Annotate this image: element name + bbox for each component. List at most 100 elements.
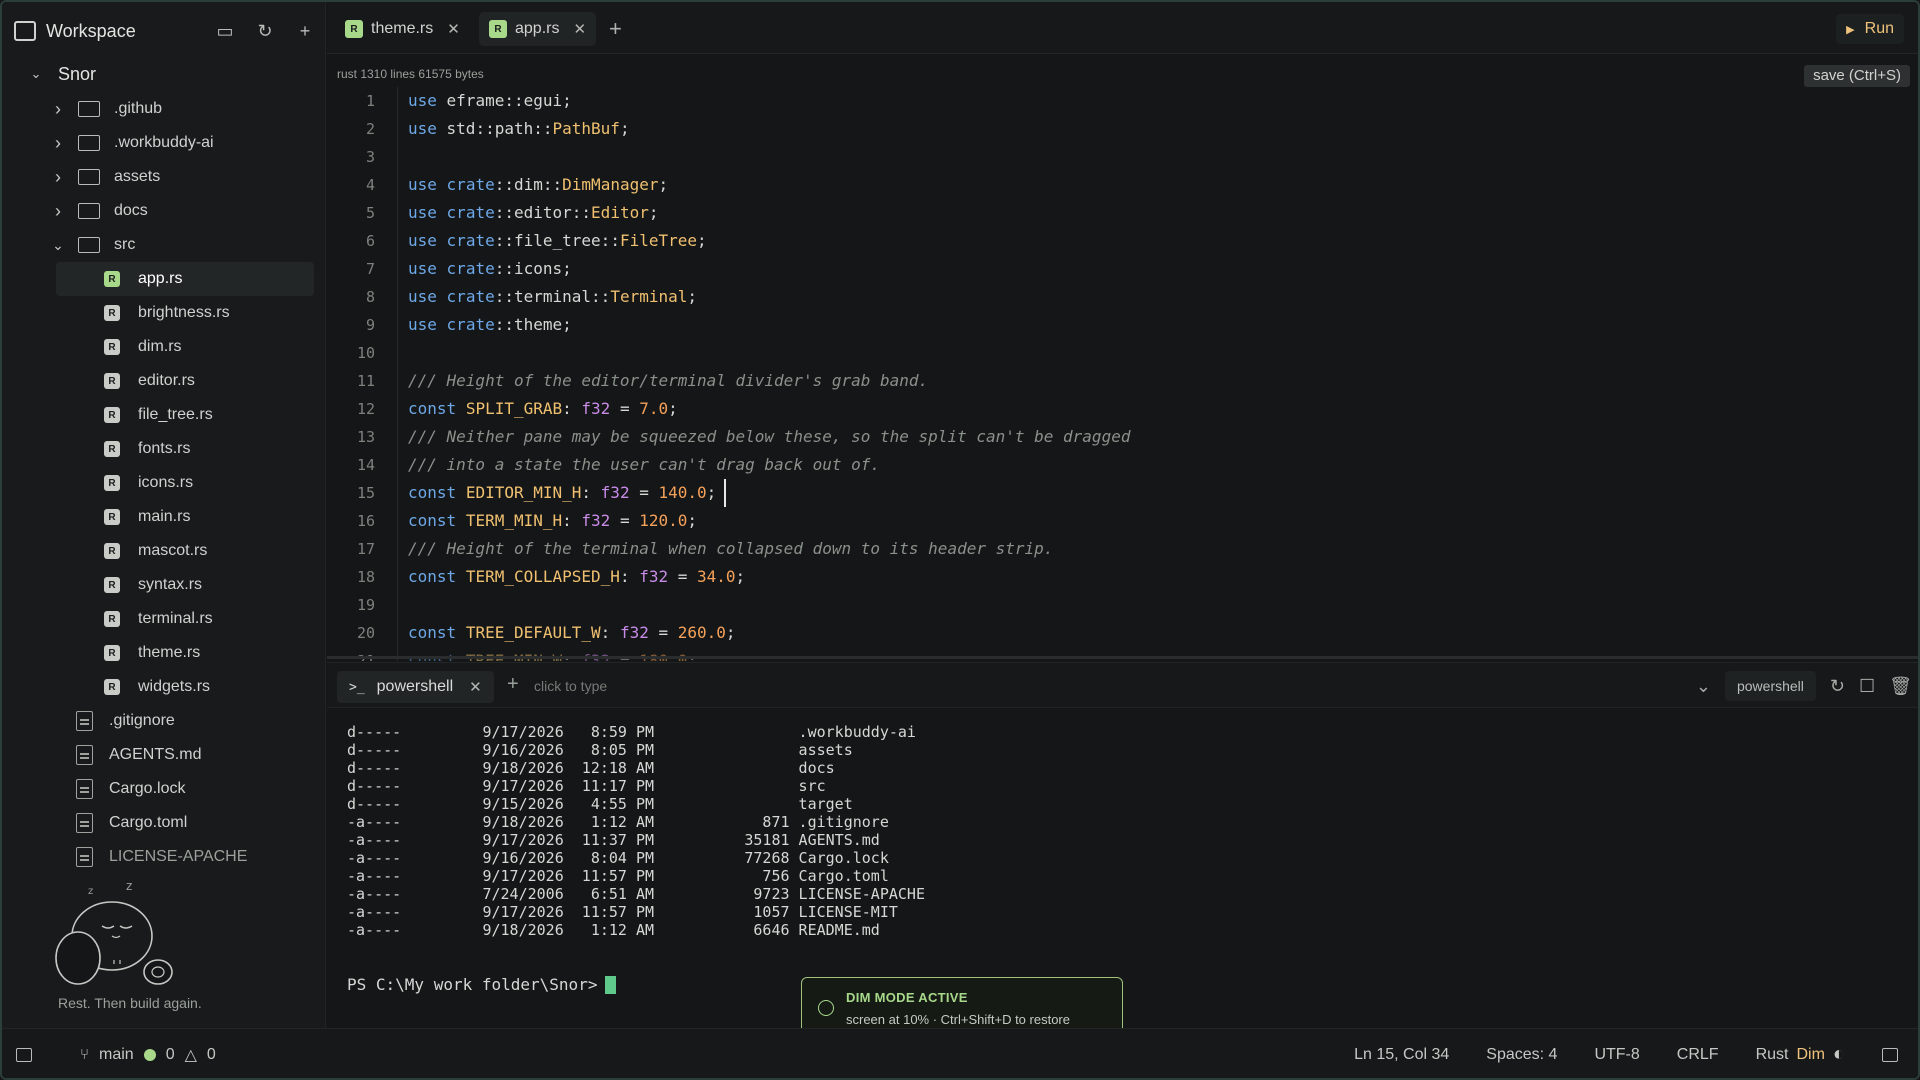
tree-item-label: Cargo.lock xyxy=(109,780,186,797)
status-right: Ln 15, Col 34 Spaces: 4 UTF-8 CRLF Rust … xyxy=(1354,1043,1898,1066)
tree-file-license-apache[interactable]: LICENSE-APACHE xyxy=(2,840,325,874)
terminal-tab-powershell[interactable]: >_ powershell ✕ xyxy=(337,671,494,703)
open-folder-icon[interactable]: ▭ xyxy=(205,21,245,42)
panel-toggle-icon[interactable] xyxy=(1882,1047,1898,1062)
tree-folder-src[interactable]: ⌄ src xyxy=(2,228,325,262)
rust-file-icon: R xyxy=(104,645,120,661)
line-number: 3 xyxy=(365,148,375,166)
run-button[interactable]: ▶ Run xyxy=(1836,14,1904,44)
rust-file-icon: R xyxy=(104,373,120,389)
warning-icon: △ xyxy=(184,1046,197,1064)
rust-file-icon: R xyxy=(104,441,120,457)
encoding[interactable]: UTF-8 xyxy=(1594,1046,1639,1064)
terminal-panel[interactable]: d----- 9/17/2026 8:59 PM .workbuddy-ai d-… xyxy=(327,709,1918,1028)
file-explorer-sidebar: Workspace ▭ ↻ + ⌄ Snor › .github › .workbud… xyxy=(2,2,326,1028)
rust-file-icon: R xyxy=(104,305,120,321)
document-icon xyxy=(76,813,93,833)
editor-horizontal-scrollbar[interactable] xyxy=(327,656,1918,659)
line-ending[interactable]: CRLF xyxy=(1677,1046,1719,1064)
chevron-down-icon: ⌄ xyxy=(52,236,64,253)
trash-icon[interactable]: 🗑 xyxy=(1889,676,1912,697)
tree-file-cargo-lock[interactable]: Cargo.lock xyxy=(2,772,325,806)
chevron-down-icon: ⌄ xyxy=(30,66,42,81)
language-mode[interactable]: Rust xyxy=(1756,1046,1789,1064)
workspace-title: Workspace xyxy=(46,20,136,41)
cursor-position[interactable]: Ln 15, Col 34 xyxy=(1354,1046,1449,1064)
tree-file-cargo-toml[interactable]: Cargo.toml xyxy=(2,806,325,840)
code-line: use crate::theme; xyxy=(408,315,572,334)
tree-item-label: mascot.rs xyxy=(138,542,208,559)
tree-file-syntax-rs[interactable]: Rsyntax.rs xyxy=(56,568,314,602)
tree-file-terminal-rs[interactable]: Rterminal.rs xyxy=(56,602,314,636)
rust-file-icon: R xyxy=(104,611,120,627)
close-icon[interactable]: ✕ xyxy=(447,20,460,38)
tree-file-main-rs[interactable]: Rmain.rs xyxy=(56,500,314,534)
tree-item-label: fonts.rs xyxy=(138,440,191,457)
tree-folder-docs[interactable]: › docs xyxy=(2,194,325,228)
mascot-illustration: z z xyxy=(55,882,173,985)
code-line: const SPLIT_GRAB: f32 = 7.0; xyxy=(408,399,678,418)
tree-file-file-tree-rs[interactable]: Rfile_tree.rs xyxy=(56,398,314,432)
new-terminal-button[interactable]: + xyxy=(507,673,519,696)
terminal-output-line: -a---- 9/18/2026 1:12 AM 871 .gitignore xyxy=(347,813,889,831)
tree-item-label: src xyxy=(114,236,136,253)
status-bar: ⑂ main 0 △ 0 Ln 15, Col 34 Spaces: 4 UTF… xyxy=(2,1028,1918,1078)
tree-file-brightness-rs[interactable]: Rbrightness.rs xyxy=(56,296,314,330)
new-file-icon[interactable]: + xyxy=(285,21,325,42)
tree-file-dim-rs[interactable]: Rdim.rs xyxy=(56,330,314,364)
tree-folder-github[interactable]: › .github xyxy=(2,92,325,126)
tab-app-rs[interactable]: R app.rs ✕ xyxy=(479,12,597,46)
tree-item-label: Cargo.toml xyxy=(109,814,188,831)
tree-file-theme-rs[interactable]: Rtheme.rs xyxy=(56,636,314,670)
code-line: /// Height of the terminal when collapse… xyxy=(408,539,1054,558)
text-cursor xyxy=(724,479,727,507)
chevron-down-icon[interactable]: ⌄ xyxy=(1696,676,1711,697)
moon-icon[interactable]: ◐ xyxy=(1833,1043,1845,1066)
toast-title: DIM MODE ACTIVE xyxy=(846,990,968,1005)
tree-file-widgets-rs[interactable]: Rwidgets.rs xyxy=(56,670,314,704)
toggle-sidebar-icon[interactable] xyxy=(16,1047,32,1062)
rust-file-icon: R xyxy=(345,20,363,38)
refresh-icon[interactable]: ↻ xyxy=(245,21,285,42)
terminal-prompt[interactable]: PS C:\My work folder\Snor> xyxy=(347,975,617,994)
document-icon xyxy=(76,711,93,731)
line-number: 2 xyxy=(365,120,375,138)
tab-theme-rs[interactable]: R theme.rs ✕ xyxy=(335,12,470,46)
tree-file-editor-rs[interactable]: Reditor.rs xyxy=(56,364,314,398)
line-number: 5 xyxy=(365,204,375,222)
tree-item-label: icons.rs xyxy=(138,474,194,491)
tree-root-snor[interactable]: ⌄ Snor xyxy=(2,60,325,88)
restart-icon[interactable]: ↻ xyxy=(1830,676,1845,697)
close-icon[interactable]: ✕ xyxy=(469,678,482,696)
new-tab-button[interactable]: + xyxy=(609,16,622,42)
tree-file--gitignore[interactable]: .gitignore xyxy=(2,704,325,738)
terminal-output-line: d----- 9/16/2026 8:05 PM assets xyxy=(347,741,853,759)
terminal-output-line: d----- 9/17/2026 8:59 PM .workbuddy-ai xyxy=(347,723,916,741)
shell-selector[interactable]: powershell xyxy=(1724,671,1816,701)
tree-item-label: theme.rs xyxy=(138,644,201,661)
close-icon[interactable]: ✕ xyxy=(573,20,586,38)
tree-folder-workbuddyai[interactable]: › .workbuddy-ai xyxy=(2,126,325,160)
tree-file-fonts-rs[interactable]: Rfonts.rs xyxy=(56,432,314,466)
indentation[interactable]: Spaces: 4 xyxy=(1486,1046,1557,1064)
code-content[interactable]: use eframe::egui; use std::path::PathBuf… xyxy=(408,87,1130,661)
gutter-divider xyxy=(397,87,398,661)
terminal-output-line: d----- 9/15/2026 4:55 PM target xyxy=(347,795,853,813)
dim-mode-indicator[interactable]: Dim xyxy=(1796,1046,1824,1064)
tree-file-agents-md[interactable]: AGENTS.md xyxy=(2,738,325,772)
tree-item-label: main.rs xyxy=(138,508,191,525)
error-count[interactable]: 0 xyxy=(166,1046,175,1064)
warning-count[interactable]: 0 xyxy=(207,1046,216,1064)
tree-file-icons-rs[interactable]: Ricons.rs xyxy=(56,466,314,500)
status-left: ⑂ main 0 △ 0 xyxy=(2,1045,216,1065)
line-number: 19 xyxy=(356,596,375,614)
maximize-icon[interactable]: ☐ xyxy=(1859,676,1875,697)
branch-name[interactable]: main xyxy=(99,1046,134,1064)
tree-file-app-rs[interactable]: Rapp.rs xyxy=(56,262,314,296)
tree-folder-assets[interactable]: › assets xyxy=(2,160,325,194)
code-editor[interactable]: rust 1310 lines 61575 bytes save (Ctrl+S… xyxy=(327,55,1918,661)
save-button[interactable]: save (Ctrl+S) xyxy=(1804,65,1910,87)
terminal-hint: click to type xyxy=(534,678,608,694)
tree-file-mascot-rs[interactable]: Rmascot.rs xyxy=(56,534,314,568)
tree-item-label: widgets.rs xyxy=(138,678,211,695)
